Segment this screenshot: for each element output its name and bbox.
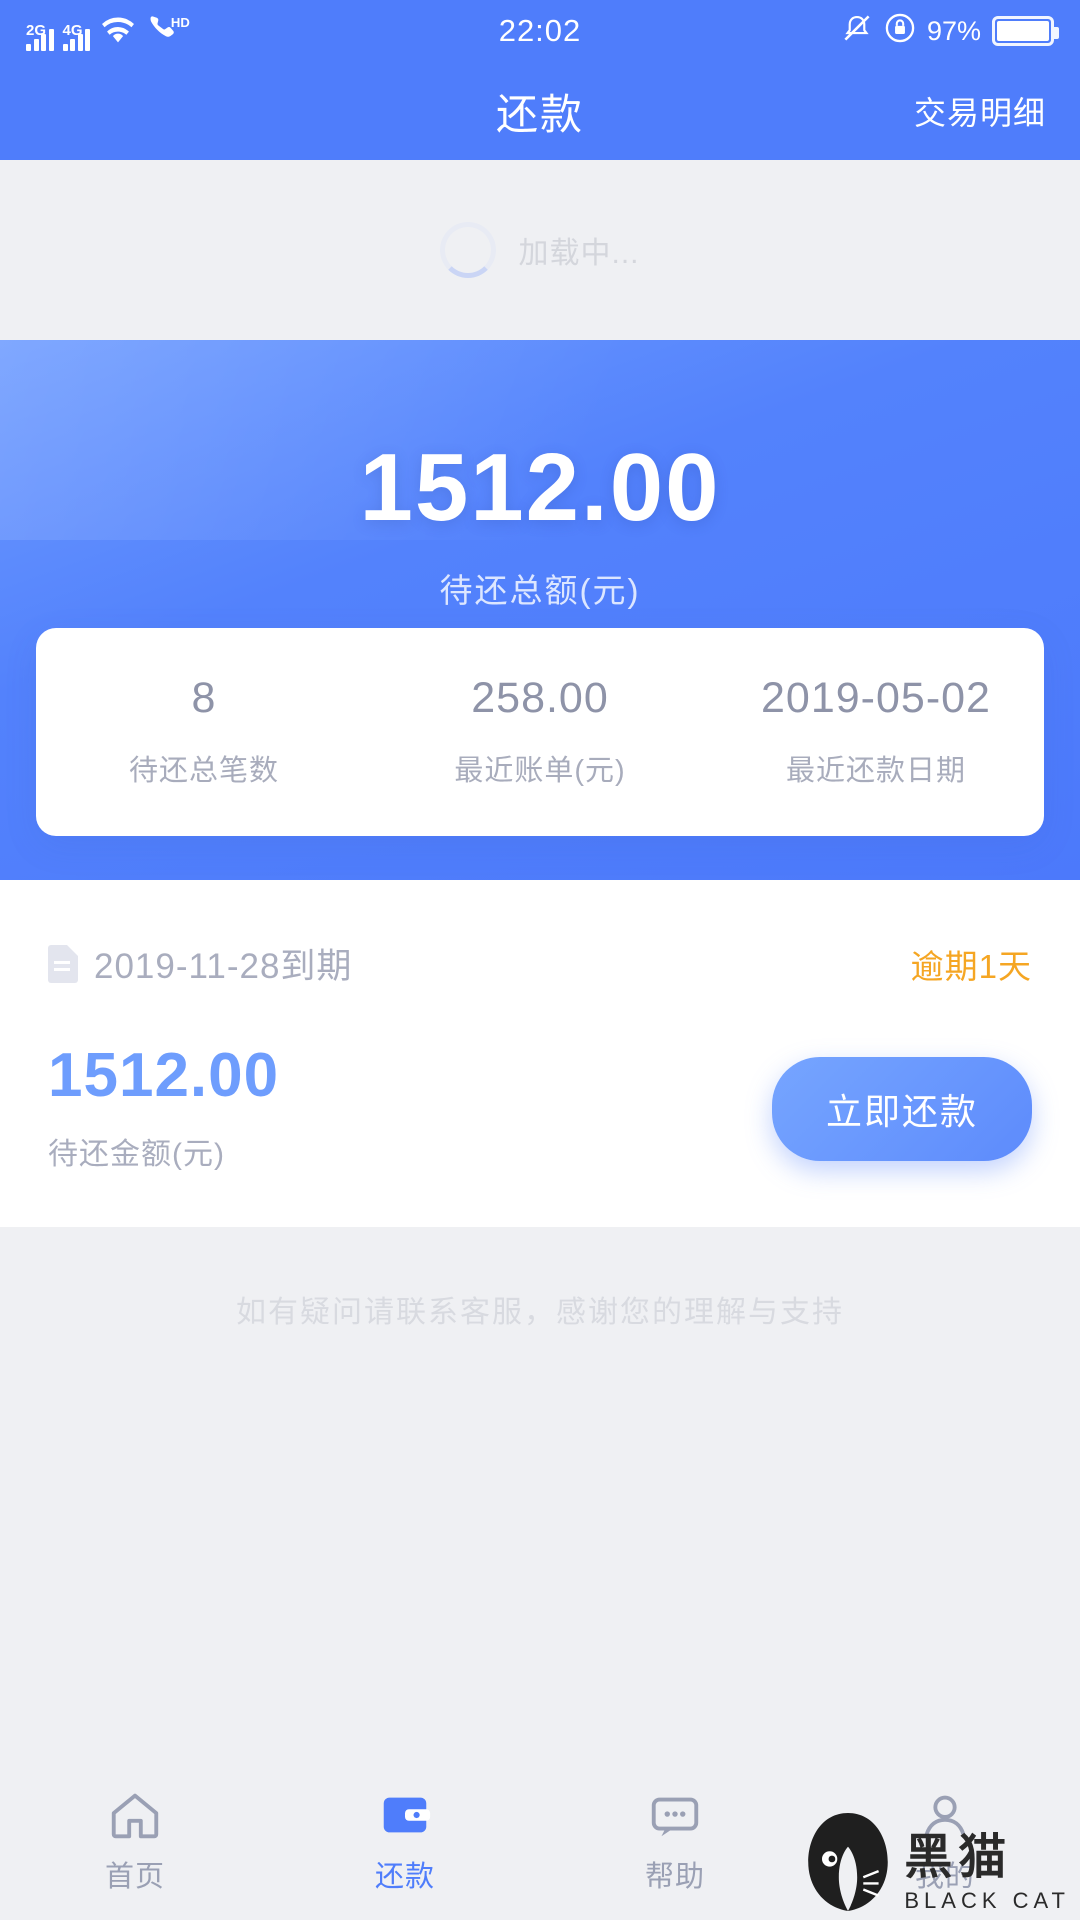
repayment-item[interactable]: 2019-11-28到期 逾期1天 1512.00 待还金额(元) 立即还款 [0,880,1080,1227]
tab-help[interactable]: 帮助 [540,1785,810,1895]
repayment-amount-block: 1512.00 待还金额(元) [48,1045,279,1173]
home-icon [0,1785,270,1845]
footnote-area: 如有疑问请联系客服，感谢您的理解与支持 [0,1227,1080,1667]
app-header: 还款 交易明细 [0,62,1080,160]
watermark: 黑猫 BLACK CAT [802,1810,1070,1914]
repayment-item-header: 2019-11-28到期 逾期1天 [48,938,1032,989]
page-title: 还款 [495,90,584,138]
bottom-tabbar: 首页 还款 帮助 我的 黑猫 BLACK CAT [0,1760,1080,1920]
transaction-details-link[interactable]: 交易明细 [914,88,1046,134]
loading-spinner-icon [440,222,497,278]
cat-logo-icon [808,1813,889,1911]
summary-hero: 1512.00 待还总额(元) 8 待还总笔数 258.00 最近账单(元) 2… [0,340,1080,880]
stat-value: 2019-05-02 [761,674,991,723]
watermark-text: 黑猫 BLACK CAT [904,1834,1070,1914]
total-amount-label: 待还总额(元) [439,571,641,609]
repayment-item-body: 1512.00 待还金额(元) 立即还款 [48,1045,1032,1173]
repayment-amount-value: 1512.00 [48,1041,280,1110]
repayment-amount-label: 待还金额(元) [48,1138,225,1171]
tab-label: 首页 [104,1861,165,1893]
watermark-cn: 黑猫 [904,1831,1013,1884]
stat-value: 258.00 [471,674,609,723]
total-amount-value: 1512.00 [359,434,721,541]
stat-label: 最近账单(元) [454,754,626,787]
watermark-en: BLACK CAT [904,1888,1070,1913]
battery-icon [992,16,1059,46]
chat-icon [540,1785,810,1845]
due-date-label: 2019-11-28到期 [94,947,353,986]
tab-label: 帮助 [644,1861,705,1893]
stat-pending-count: 8 待还总笔数 [36,675,372,788]
stat-latest-bill: 258.00 最近账单(元) [372,675,708,788]
stat-label: 待还总笔数 [128,754,279,787]
status-clock: 22:02 [498,13,582,48]
overdue-badge: 逾期1天 [910,947,1032,985]
tab-label: 还款 [374,1861,435,1893]
wallet-icon [270,1785,540,1845]
document-icon [48,944,78,983]
stat-latest-date: 2019-05-02 最近还款日期 [708,675,1044,788]
tab-repayment[interactable]: 还款 [270,1785,540,1895]
loading-text: 加载中... [518,237,640,270]
pay-now-button[interactable]: 立即还款 [771,1057,1032,1161]
status-bar: 2G 4G HD 22:02 97% [0,0,1080,62]
stats-card: 8 待还总笔数 258.00 最近账单(元) 2019-05-02 最近还款日期 [36,628,1044,836]
stat-value: 8 [191,674,217,723]
footnote-text: 如有疑问请联系客服，感谢您的理解与支持 [236,1296,844,1329]
tab-home[interactable]: 首页 [0,1785,270,1895]
loading-indicator-area: 加载中... [0,160,1080,340]
stat-label: 最近还款日期 [785,754,966,787]
